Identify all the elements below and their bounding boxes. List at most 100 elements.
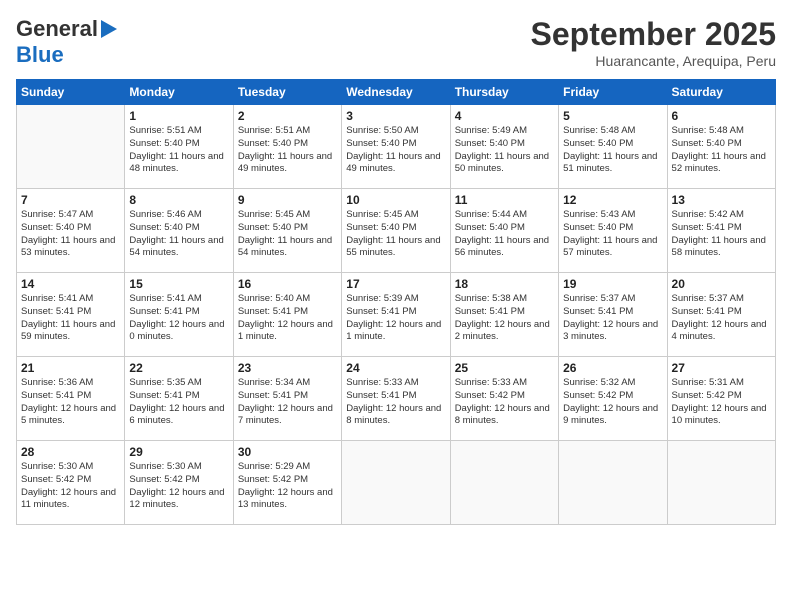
day-detail: Sunrise: 5:41 AMSunset: 5:41 PMDaylight:… bbox=[21, 293, 120, 344]
day-detail: Sunrise: 5:34 AMSunset: 5:41 PMDaylight:… bbox=[238, 377, 337, 428]
day-detail: Sunrise: 5:42 AMSunset: 5:41 PMDaylight:… bbox=[672, 209, 771, 260]
day-number: 8 bbox=[129, 193, 228, 207]
calendar-cell: 25 Sunrise: 5:33 AMSunset: 5:42 PMDaylig… bbox=[450, 357, 558, 441]
day-number: 22 bbox=[129, 361, 228, 375]
calendar-cell: 27 Sunrise: 5:31 AMSunset: 5:42 PMDaylig… bbox=[667, 357, 775, 441]
calendar-cell bbox=[17, 105, 125, 189]
day-number: 6 bbox=[672, 109, 771, 123]
day-detail: Sunrise: 5:45 AMSunset: 5:40 PMDaylight:… bbox=[346, 209, 445, 260]
day-number: 28 bbox=[21, 445, 120, 459]
calendar-week-row: 28 Sunrise: 5:30 AMSunset: 5:42 PMDaylig… bbox=[17, 441, 776, 525]
calendar-week-row: 21 Sunrise: 5:36 AMSunset: 5:41 PMDaylig… bbox=[17, 357, 776, 441]
day-number: 11 bbox=[455, 193, 554, 207]
day-detail: Sunrise: 5:31 AMSunset: 5:42 PMDaylight:… bbox=[672, 377, 771, 428]
day-detail: Sunrise: 5:36 AMSunset: 5:41 PMDaylight:… bbox=[21, 377, 120, 428]
calendar-cell: 23 Sunrise: 5:34 AMSunset: 5:41 PMDaylig… bbox=[233, 357, 341, 441]
calendar-cell: 20 Sunrise: 5:37 AMSunset: 5:41 PMDaylig… bbox=[667, 273, 775, 357]
calendar-cell: 18 Sunrise: 5:38 AMSunset: 5:41 PMDaylig… bbox=[450, 273, 558, 357]
day-detail: Sunrise: 5:29 AMSunset: 5:42 PMDaylight:… bbox=[238, 461, 337, 512]
day-detail: Sunrise: 5:30 AMSunset: 5:42 PMDaylight:… bbox=[129, 461, 228, 512]
page-header: General Blue September 2025 Huarancante,… bbox=[16, 16, 776, 69]
calendar-cell: 22 Sunrise: 5:35 AMSunset: 5:41 PMDaylig… bbox=[125, 357, 233, 441]
logo-text-blue: Blue bbox=[16, 42, 64, 67]
calendar-cell: 13 Sunrise: 5:42 AMSunset: 5:41 PMDaylig… bbox=[667, 189, 775, 273]
day-detail: Sunrise: 5:33 AMSunset: 5:42 PMDaylight:… bbox=[455, 377, 554, 428]
calendar-cell: 9 Sunrise: 5:45 AMSunset: 5:40 PMDayligh… bbox=[233, 189, 341, 273]
day-detail: Sunrise: 5:51 AMSunset: 5:40 PMDaylight:… bbox=[129, 125, 228, 176]
day-number: 15 bbox=[129, 277, 228, 291]
weekday-header-sunday: Sunday bbox=[17, 80, 125, 105]
day-number: 18 bbox=[455, 277, 554, 291]
calendar-cell: 11 Sunrise: 5:44 AMSunset: 5:40 PMDaylig… bbox=[450, 189, 558, 273]
day-number: 20 bbox=[672, 277, 771, 291]
day-number: 13 bbox=[672, 193, 771, 207]
day-number: 5 bbox=[563, 109, 662, 123]
day-number: 14 bbox=[21, 277, 120, 291]
logo: General Blue bbox=[16, 16, 118, 68]
calendar-cell: 1 Sunrise: 5:51 AMSunset: 5:40 PMDayligh… bbox=[125, 105, 233, 189]
day-detail: Sunrise: 5:39 AMSunset: 5:41 PMDaylight:… bbox=[346, 293, 445, 344]
calendar-body: 1 Sunrise: 5:51 AMSunset: 5:40 PMDayligh… bbox=[17, 105, 776, 525]
day-number: 9 bbox=[238, 193, 337, 207]
calendar-cell: 4 Sunrise: 5:49 AMSunset: 5:40 PMDayligh… bbox=[450, 105, 558, 189]
day-detail: Sunrise: 5:33 AMSunset: 5:41 PMDaylight:… bbox=[346, 377, 445, 428]
day-number: 26 bbox=[563, 361, 662, 375]
calendar-cell: 21 Sunrise: 5:36 AMSunset: 5:41 PMDaylig… bbox=[17, 357, 125, 441]
location-subtitle: Huarancante, Arequipa, Peru bbox=[531, 53, 776, 69]
calendar-cell: 5 Sunrise: 5:48 AMSunset: 5:40 PMDayligh… bbox=[559, 105, 667, 189]
calendar-cell: 7 Sunrise: 5:47 AMSunset: 5:40 PMDayligh… bbox=[17, 189, 125, 273]
calendar-cell: 15 Sunrise: 5:41 AMSunset: 5:41 PMDaylig… bbox=[125, 273, 233, 357]
calendar-week-row: 14 Sunrise: 5:41 AMSunset: 5:41 PMDaylig… bbox=[17, 273, 776, 357]
calendar-cell: 2 Sunrise: 5:51 AMSunset: 5:40 PMDayligh… bbox=[233, 105, 341, 189]
calendar-cell: 14 Sunrise: 5:41 AMSunset: 5:41 PMDaylig… bbox=[17, 273, 125, 357]
calendar-cell bbox=[559, 441, 667, 525]
day-detail: Sunrise: 5:43 AMSunset: 5:40 PMDaylight:… bbox=[563, 209, 662, 260]
day-detail: Sunrise: 5:51 AMSunset: 5:40 PMDaylight:… bbox=[238, 125, 337, 176]
day-number: 1 bbox=[129, 109, 228, 123]
weekday-header-monday: Monday bbox=[125, 80, 233, 105]
calendar-cell: 29 Sunrise: 5:30 AMSunset: 5:42 PMDaylig… bbox=[125, 441, 233, 525]
day-number: 4 bbox=[455, 109, 554, 123]
day-detail: Sunrise: 5:32 AMSunset: 5:42 PMDaylight:… bbox=[563, 377, 662, 428]
calendar-cell: 26 Sunrise: 5:32 AMSunset: 5:42 PMDaylig… bbox=[559, 357, 667, 441]
month-year-title: September 2025 bbox=[531, 16, 776, 53]
title-block: September 2025 Huarancante, Arequipa, Pe… bbox=[531, 16, 776, 69]
day-detail: Sunrise: 5:50 AMSunset: 5:40 PMDaylight:… bbox=[346, 125, 445, 176]
day-detail: Sunrise: 5:45 AMSunset: 5:40 PMDaylight:… bbox=[238, 209, 337, 260]
day-number: 7 bbox=[21, 193, 120, 207]
calendar-cell: 8 Sunrise: 5:46 AMSunset: 5:40 PMDayligh… bbox=[125, 189, 233, 273]
logo-text-general: General bbox=[16, 16, 98, 42]
day-number: 30 bbox=[238, 445, 337, 459]
day-detail: Sunrise: 5:47 AMSunset: 5:40 PMDaylight:… bbox=[21, 209, 120, 260]
day-number: 25 bbox=[455, 361, 554, 375]
day-detail: Sunrise: 5:38 AMSunset: 5:41 PMDaylight:… bbox=[455, 293, 554, 344]
day-detail: Sunrise: 5:35 AMSunset: 5:41 PMDaylight:… bbox=[129, 377, 228, 428]
calendar-cell: 12 Sunrise: 5:43 AMSunset: 5:40 PMDaylig… bbox=[559, 189, 667, 273]
day-detail: Sunrise: 5:37 AMSunset: 5:41 PMDaylight:… bbox=[672, 293, 771, 344]
day-detail: Sunrise: 5:46 AMSunset: 5:40 PMDaylight:… bbox=[129, 209, 228, 260]
weekday-header-friday: Friday bbox=[559, 80, 667, 105]
day-detail: Sunrise: 5:41 AMSunset: 5:41 PMDaylight:… bbox=[129, 293, 228, 344]
calendar-cell: 28 Sunrise: 5:30 AMSunset: 5:42 PMDaylig… bbox=[17, 441, 125, 525]
calendar-cell: 16 Sunrise: 5:40 AMSunset: 5:41 PMDaylig… bbox=[233, 273, 341, 357]
day-number: 10 bbox=[346, 193, 445, 207]
day-number: 12 bbox=[563, 193, 662, 207]
day-number: 3 bbox=[346, 109, 445, 123]
day-detail: Sunrise: 5:37 AMSunset: 5:41 PMDaylight:… bbox=[563, 293, 662, 344]
day-detail: Sunrise: 5:48 AMSunset: 5:40 PMDaylight:… bbox=[563, 125, 662, 176]
day-detail: Sunrise: 5:49 AMSunset: 5:40 PMDaylight:… bbox=[455, 125, 554, 176]
calendar-cell: 10 Sunrise: 5:45 AMSunset: 5:40 PMDaylig… bbox=[342, 189, 450, 273]
calendar-table: SundayMondayTuesdayWednesdayThursdayFrid… bbox=[16, 79, 776, 525]
calendar-cell bbox=[450, 441, 558, 525]
calendar-cell bbox=[342, 441, 450, 525]
day-detail: Sunrise: 5:44 AMSunset: 5:40 PMDaylight:… bbox=[455, 209, 554, 260]
day-number: 24 bbox=[346, 361, 445, 375]
weekday-header-thursday: Thursday bbox=[450, 80, 558, 105]
calendar-cell: 17 Sunrise: 5:39 AMSunset: 5:41 PMDaylig… bbox=[342, 273, 450, 357]
calendar-cell: 3 Sunrise: 5:50 AMSunset: 5:40 PMDayligh… bbox=[342, 105, 450, 189]
day-number: 16 bbox=[238, 277, 337, 291]
day-number: 2 bbox=[238, 109, 337, 123]
calendar-header-row: SundayMondayTuesdayWednesdayThursdayFrid… bbox=[17, 80, 776, 105]
weekday-header-saturday: Saturday bbox=[667, 80, 775, 105]
calendar-week-row: 1 Sunrise: 5:51 AMSunset: 5:40 PMDayligh… bbox=[17, 105, 776, 189]
